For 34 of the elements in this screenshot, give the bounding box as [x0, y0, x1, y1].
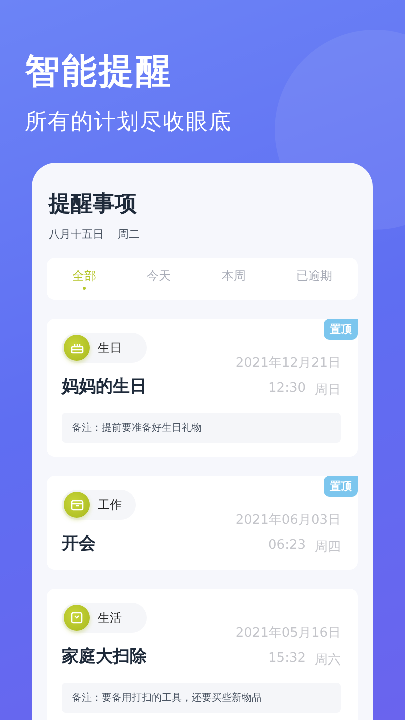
panel-date: 八月十五日	[49, 227, 104, 242]
reminder-weekday: 周六	[315, 652, 341, 669]
reminder-date: 2021年06月03日	[236, 512, 341, 529]
hero-title: 智能提醒	[25, 51, 174, 94]
reminder-card[interactable]: 置顶 生日 妈妈的生日 2021年12月21日 12:30 周日 备注：提前要准备好生日礼物	[47, 319, 358, 457]
panel-title: 提醒事项	[48, 191, 138, 219]
reminder-time: 06:23	[268, 538, 306, 555]
reminder-date: 2021年05月16日	[236, 625, 341, 642]
reminder-weekday: 周四	[315, 539, 341, 556]
reminder-weekday: 周日	[315, 382, 341, 399]
reminder-time: 15:32	[268, 651, 306, 668]
category-chip: 生活	[62, 603, 147, 633]
reminder-date: 2021年12月21日	[236, 355, 341, 372]
filter-tab[interactable]: 本周	[216, 264, 252, 294]
reminder-note: 备注：提前要准备好生日礼物	[62, 413, 341, 443]
category-chip: 生日	[62, 333, 147, 363]
filter-tab[interactable]: 全部	[66, 264, 102, 294]
reminder-note: 备注：要备用打扫的工具，还要买些新物品	[62, 683, 341, 713]
category-chip: 工作	[62, 490, 136, 520]
cake-icon	[70, 342, 84, 354]
box-icon	[71, 612, 83, 624]
filter-tab[interactable]: 今天	[141, 264, 178, 294]
briefcase-icon	[70, 499, 84, 511]
hero-subtitle: 所有的计划尽收眼底	[25, 109, 233, 137]
reminder-title: 妈妈的生日	[62, 376, 147, 398]
filter-tab[interactable]: 已逾期	[290, 264, 339, 294]
reminder-time: 12:30	[268, 381, 306, 398]
reminder-title: 开会	[62, 533, 97, 555]
reminder-card[interactable]: 生活 家庭大扫除 2021年05月16日 15:32 周六 备注：要备用打扫的工具，还要买些新物品	[47, 589, 358, 720]
reminder-title: 家庭大扫除	[62, 646, 147, 668]
pinned-tag: 置顶	[324, 476, 358, 497]
reminder-card[interactable]: 置顶 工作 开会 2021年06月03日 06:23 周四	[47, 476, 358, 570]
pinned-tag: 置顶	[324, 319, 358, 340]
panel-weekday: 周二	[118, 227, 140, 242]
